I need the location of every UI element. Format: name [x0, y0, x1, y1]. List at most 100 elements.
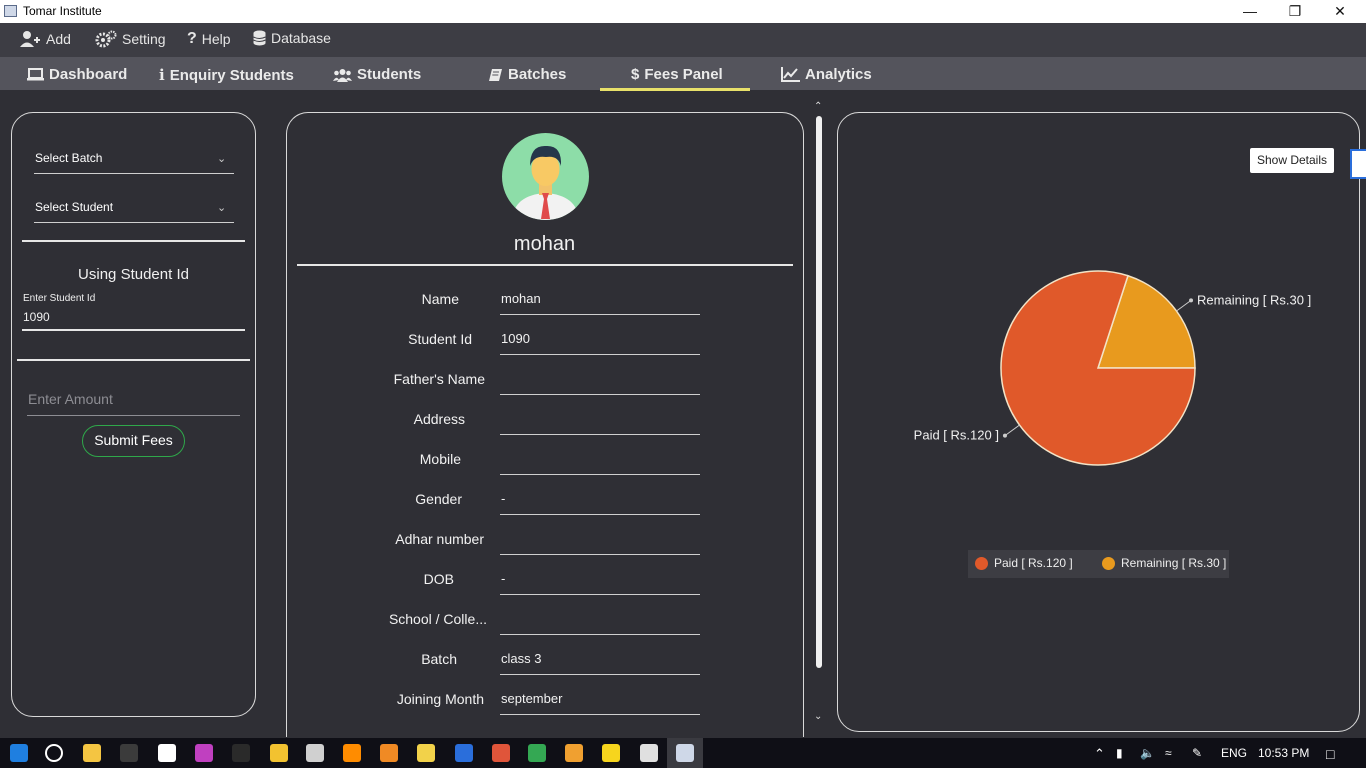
notification-icon[interactable]: □ — [1326, 746, 1334, 762]
maps-icon[interactable] — [158, 744, 176, 762]
windows-taskbar: ⌃ ▮ 🔈 ≈ ✎ ENG 10:53 PM □ — [0, 738, 1366, 768]
window-title: Tomar Institute — [23, 4, 102, 18]
field-dob-value[interactable]: - — [501, 571, 505, 586]
pie-label-dot — [1189, 298, 1194, 303]
box-icon[interactable] — [640, 744, 658, 762]
amount-input[interactable]: Enter Amount — [27, 388, 240, 416]
java-icon[interactable] — [455, 744, 473, 762]
pie-label-line — [1004, 424, 1020, 436]
menu-add[interactable]: Add — [19, 30, 71, 48]
pie-label-paid: Paid [ Rs.120 ] — [914, 428, 999, 443]
app-icon[interactable] — [270, 744, 288, 762]
field-school-college-label: School / Colle... — [388, 611, 487, 627]
pie-label-remaining: Remaining [ Rs.30 ] — [1197, 292, 1311, 307]
menu-setting[interactable]: Setting — [95, 30, 166, 48]
field-joining-month-value[interactable]: september — [501, 691, 562, 706]
menu-database[interactable]: Database — [253, 30, 331, 46]
tab-analytics[interactable]: Analytics — [781, 66, 872, 83]
wifi-icon[interactable]: ≈ — [1165, 746, 1172, 760]
menu-database-label: Database — [271, 30, 331, 46]
using-student-id-title: Using Student Id — [78, 266, 189, 283]
field-batch-value[interactable]: class 3 — [501, 651, 541, 666]
sticky-notes-icon[interactable] — [602, 744, 620, 762]
legend-item-paid: Paid [ Rs.120 ] — [975, 556, 1073, 570]
field-student-id-label: Student Id — [408, 331, 472, 347]
submit-fees-button[interactable]: Submit Fees — [82, 425, 185, 457]
users-icon — [333, 68, 352, 82]
cmd-icon[interactable] — [232, 744, 250, 762]
vlc-icon[interactable] — [343, 744, 361, 762]
java-app-icon[interactable] — [676, 744, 694, 762]
menu-help[interactable]: ? Help — [187, 30, 231, 48]
language-indicator[interactable]: ENG — [1221, 746, 1247, 760]
chrome-icon[interactable] — [528, 744, 546, 762]
select-batch-dropdown[interactable]: Select Batch ⌄ — [34, 148, 234, 174]
amount-input-placeholder: Enter Amount — [28, 391, 113, 407]
chevron-down-icon: ⌄ — [217, 153, 227, 165]
partial-window-icon — [1350, 149, 1366, 179]
pie-label-dot — [1002, 433, 1007, 438]
mail-icon[interactable] — [417, 744, 435, 762]
field-name-value[interactable]: mohan — [501, 291, 541, 306]
clock[interactable]: 10:53 PM — [1258, 746, 1309, 760]
sublime-icon[interactable] — [380, 744, 398, 762]
scroll-down-icon[interactable]: ⌄ — [814, 711, 822, 722]
git-icon[interactable] — [492, 744, 510, 762]
select-batch-label: Select Batch — [35, 151, 103, 165]
restore-icon[interactable]: ❐ — [1273, 1, 1317, 21]
database-icon — [253, 30, 266, 46]
tray-chevron-icon[interactable]: ⌃ — [1094, 746, 1105, 762]
tab-students[interactable]: Students — [333, 66, 421, 83]
app-window-icon — [4, 5, 17, 17]
firefox-icon[interactable] — [565, 744, 583, 762]
select-student-dropdown[interactable]: Select Student ⌄ — [34, 197, 234, 223]
volume-icon[interactable]: 🔈 — [1140, 746, 1155, 760]
laptop-icon — [27, 68, 44, 81]
tab-enquiry-students[interactable]: i Enquiry Students — [159, 66, 294, 84]
line-chart-icon — [781, 67, 800, 82]
battery-icon[interactable]: ▮ — [1116, 746, 1123, 760]
menu-add-label: Add — [46, 31, 71, 47]
cortana-icon[interactable] — [45, 744, 63, 762]
add-user-icon — [20, 31, 40, 47]
terminal-icon[interactable] — [120, 744, 138, 762]
field-mobile-label: Mobile — [419, 451, 461, 467]
scrollbar-thumb[interactable] — [816, 116, 822, 668]
student-id-input[interactable]: 1090 — [22, 308, 245, 332]
field-fathers-name-label: Father's Name — [393, 371, 485, 387]
divider — [17, 359, 250, 361]
minimize-icon[interactable]: — — [1228, 1, 1272, 21]
menu-setting-label: Setting — [122, 31, 166, 47]
window-titlebar: Tomar Institute — ❐ ✕ — [0, 0, 1366, 23]
legend-label-remaining: Remaining [ Rs.30 ] — [1121, 556, 1227, 570]
show-details-button[interactable]: Show Details — [1250, 148, 1334, 173]
menu-bar: Add Setting ? Help Database — [0, 23, 1366, 57]
scrollbar[interactable]: ⌃ ⌄ — [813, 101, 825, 728]
pen-icon[interactable]: ✎ — [1192, 746, 1202, 760]
select-student-label: Select Student — [35, 200, 114, 214]
tab-students-label: Students — [357, 66, 422, 83]
field-batch-label: Batch — [421, 651, 457, 667]
tab-batches[interactable]: Batches — [488, 66, 566, 83]
info-icon: i — [159, 66, 165, 84]
file-explorer-icon[interactable] — [83, 744, 101, 762]
legend-swatch-remaining — [1102, 556, 1115, 570]
tab-fees-panel[interactable]: $ Fees Panel — [631, 66, 723, 83]
browser-icon[interactable] — [306, 744, 324, 762]
question-icon: ? — [187, 30, 197, 47]
tab-dashboard-label: Dashboard — [49, 66, 128, 83]
student-id-input-label: Enter Student Id — [23, 293, 96, 304]
close-icon[interactable]: ✕ — [1318, 1, 1362, 21]
chevron-down-icon: ⌄ — [217, 202, 227, 214]
tab-dashboard[interactable]: Dashboard — [27, 66, 127, 83]
start-icon[interactable] — [10, 744, 28, 762]
menu-help-label: Help — [201, 31, 231, 47]
tab-fees-panel-label: Fees Panel — [644, 66, 723, 83]
field-student-id-value[interactable]: 1090 — [501, 331, 530, 346]
scroll-up-icon[interactable]: ⌃ — [814, 101, 822, 112]
paint-icon[interactable] — [195, 744, 213, 762]
book-icon — [489, 68, 502, 81]
field-gender-value[interactable]: - — [501, 491, 505, 506]
dollar-icon: $ — [631, 66, 640, 83]
field-dob-label: DOB — [423, 571, 454, 587]
